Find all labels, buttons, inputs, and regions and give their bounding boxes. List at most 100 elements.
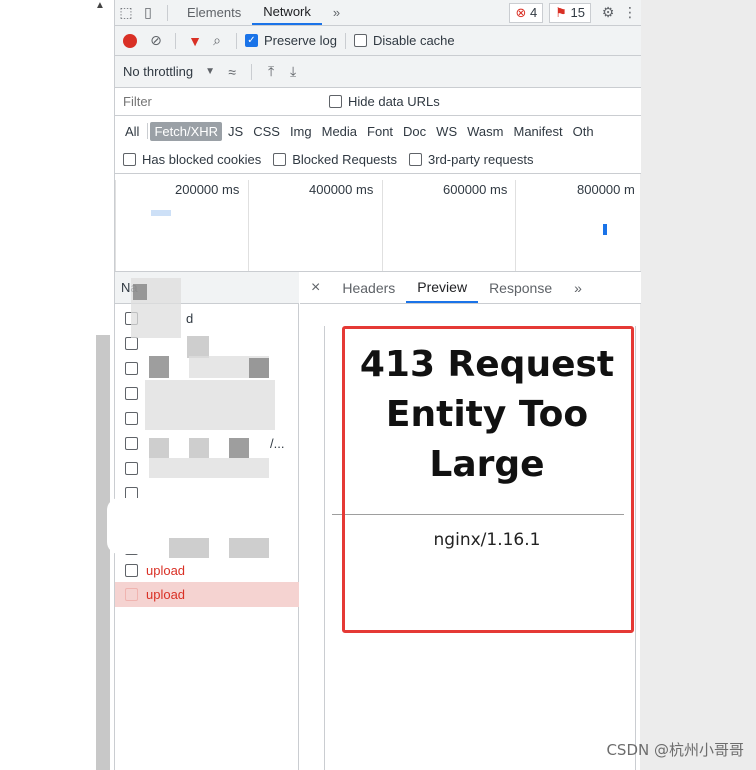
network-conditions-icon[interactable]: ≈	[221, 61, 243, 83]
request-name: d	[186, 311, 194, 326]
timeline-tick-label: 400000 ms	[309, 182, 374, 197]
row-checkbox[interactable]	[125, 362, 138, 375]
tab-response[interactable]: Response	[478, 272, 563, 303]
left-gutter	[96, 335, 110, 770]
more-tabs-button[interactable]: »	[563, 272, 593, 303]
type-filter-wasm[interactable]: Wasm	[463, 122, 507, 141]
issues-badge[interactable]: ⚑ 15	[549, 2, 591, 23]
redacted-area	[149, 356, 169, 378]
row-checkbox[interactable]	[125, 437, 138, 450]
preserve-log-label: Preserve log	[264, 33, 337, 48]
filter-funnel-icon[interactable]: ▼	[184, 30, 206, 52]
blocked-filter-row: Has blocked cookies Blocked Requests 3rd…	[115, 146, 641, 174]
timeline-request-mark	[603, 224, 607, 235]
has-blocked-cookies-checkbox[interactable]	[123, 153, 136, 166]
request-name: /...	[270, 436, 285, 451]
redacted-area	[133, 284, 147, 300]
divider	[147, 123, 149, 139]
tab-network[interactable]: Network	[252, 0, 322, 25]
type-filter-font[interactable]: Font	[363, 122, 397, 141]
blocked-requests-checkbox[interactable]	[273, 153, 287, 166]
type-filter-media[interactable]: Media	[318, 122, 361, 141]
record-icon[interactable]	[123, 33, 137, 48]
divider	[236, 32, 237, 49]
blocked-requests-label: Blocked Requests	[292, 152, 398, 167]
type-filter-css[interactable]: CSS	[249, 122, 284, 141]
row-checkbox[interactable]	[125, 337, 138, 350]
timeline-request-mark	[151, 210, 171, 216]
watermark: CSDN @杭州小哥哥	[606, 741, 744, 759]
inspect-element-icon[interactable]: ⬚	[115, 2, 137, 24]
tab-elements[interactable]: Elements	[176, 0, 252, 25]
redacted-area	[169, 538, 209, 558]
row-checkbox[interactable]	[125, 588, 138, 601]
hide-data-urls-checkbox[interactable]	[329, 95, 342, 108]
type-filter-row: All Fetch/XHR JS CSS Img Media Font Doc …	[115, 116, 641, 146]
type-filter-all[interactable]: All	[121, 122, 143, 141]
divider	[251, 63, 253, 80]
search-icon[interactable]: ⌕	[206, 30, 228, 52]
import-har-icon[interactable]: ⤒	[260, 61, 282, 83]
warning-flag-icon: ⚑	[555, 4, 567, 20]
more-tabs-button[interactable]: »	[322, 0, 351, 25]
disable-cache-label: Disable cache	[372, 33, 455, 48]
row-checkbox[interactable]	[125, 412, 138, 425]
preserve-log-checkbox[interactable]: ✓	[245, 34, 258, 47]
timeline-tick-label: 200000 ms	[175, 182, 240, 197]
row-checkbox[interactable]	[125, 462, 138, 475]
type-filter-doc[interactable]: Doc	[399, 122, 430, 141]
request-name: upload	[146, 587, 186, 602]
request-name: upload	[146, 563, 186, 578]
request-row-selected[interactable]: upload	[115, 582, 299, 607]
close-icon[interactable]: ×	[300, 272, 331, 303]
errors-badge[interactable]: ⊗ 4	[509, 2, 544, 23]
redacted-area	[229, 538, 269, 558]
timeline-gridline	[248, 180, 249, 272]
requests-list: Na d /... upload upload	[107, 272, 299, 770]
redacted-area	[145, 380, 275, 430]
page-background	[640, 0, 756, 770]
detail-tabs: × Headers Preview Response »	[300, 272, 641, 304]
chevron-down-icon[interactable]: ▼	[199, 61, 221, 83]
type-filter-ws[interactable]: WS	[432, 122, 461, 141]
redacted-area	[189, 438, 209, 458]
timeline-gridline	[515, 180, 516, 272]
redacted-area	[149, 438, 169, 458]
device-toolbar-icon[interactable]: ▯	[137, 2, 159, 24]
throttling-row: No throttling ▼ ≈ ⤒ ⤓	[115, 56, 641, 88]
type-filter-other[interactable]: Oth	[569, 122, 598, 141]
scroll-up-arrow[interactable]: ▲	[95, 0, 105, 11]
clear-icon[interactable]: ⊘	[145, 30, 167, 52]
kebab-menu-icon[interactable]: ⋮	[619, 2, 641, 24]
network-controls: ⊘ ▼ ⌕ ✓ Preserve log Disable cache	[115, 26, 641, 56]
third-party-checkbox[interactable]	[409, 153, 423, 166]
request-row-error[interactable]: upload	[115, 558, 299, 583]
filter-row: Hide data URLs	[115, 88, 641, 116]
highlight-box	[342, 326, 634, 633]
type-filter-fetch-xhr[interactable]: Fetch/XHR	[150, 121, 223, 141]
error-icon: ⊗	[515, 4, 527, 20]
divider	[344, 32, 346, 49]
tab-headers[interactable]: Headers	[331, 272, 406, 303]
hide-data-urls-label: Hide data URLs	[348, 94, 440, 109]
throttling-select[interactable]: No throttling	[123, 64, 193, 79]
type-filter-img[interactable]: Img	[286, 122, 316, 141]
divider	[175, 32, 176, 49]
redacted-area	[187, 336, 209, 358]
redacted-area	[249, 358, 269, 378]
row-checkbox[interactable]	[125, 564, 138, 577]
devtools-tabbar: ⬚ ▯ Elements Network » ⊗ 4 ⚑ 15 ⚙ ⋮	[115, 0, 641, 26]
filter-input[interactable]	[123, 91, 313, 112]
redacted-area	[149, 458, 269, 478]
disable-cache-checkbox[interactable]	[353, 34, 367, 47]
row-checkbox[interactable]	[125, 387, 138, 400]
timeline-gridline	[382, 180, 383, 272]
gear-icon[interactable]: ⚙	[597, 2, 619, 24]
export-har-icon[interactable]: ⤓	[282, 61, 304, 83]
type-filter-js[interactable]: JS	[224, 122, 247, 141]
redacted-area	[229, 438, 249, 458]
has-blocked-cookies-label: Has blocked cookies	[142, 152, 262, 167]
tab-preview[interactable]: Preview	[406, 272, 479, 303]
type-filter-manifest[interactable]: Manifest	[509, 122, 566, 141]
timeline-gridline	[115, 180, 116, 272]
